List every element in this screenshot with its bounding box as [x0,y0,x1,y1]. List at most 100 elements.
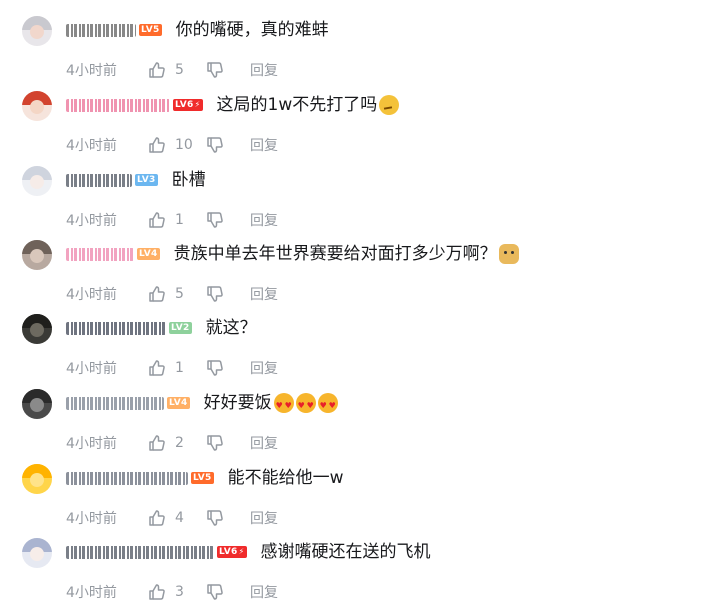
timestamp: 4小时前 [66,138,117,154]
username-blurred[interactable] [66,23,136,37]
thumbs-up-icon [148,509,166,527]
comment-text: 这局的1w不先打了吗 [217,94,400,116]
thumbs-down-icon [206,285,224,303]
comment-item: LV5 能不能给他一w 4小时前 4 回复 [0,464,702,538]
avatar[interactable] [22,16,52,46]
comment-text-content: 好好要饭 [203,393,272,413]
comment-list: LV5 你的嘴硬，真的难蚌 4小时前 5 回复 LV6 ⚡ 这局的1w不先打了吗 4小时前 10 回… [0,0,702,601]
username-blurred[interactable] [66,98,170,112]
heart-eyes-emoji-icon [295,393,316,417]
avatar[interactable] [22,314,52,344]
like-count: 5 [175,62,184,78]
like-count: 1 [175,360,184,376]
comment-header: LV5 你的嘴硬，真的难蚌 [66,20,329,40]
heart-eyes-emoji-icon [317,393,338,417]
level-badge-text: LV2 [171,323,190,333]
timestamp: 4小时前 [66,213,117,229]
like-button[interactable]: 1 [148,359,206,377]
dislike-button[interactable] [206,136,250,154]
username-blurred[interactable] [66,173,132,187]
reply-button[interactable]: 回复 [250,508,278,528]
dislike-button[interactable] [206,359,250,377]
comment-item: LV3 卧槽 4小时前 1 回复 [0,166,702,240]
timestamp: 4小时前 [66,511,117,527]
avatar-face [30,249,44,263]
reply-button[interactable]: 回复 [250,582,278,602]
comment-meta: 4小时前 2 回复 [66,433,278,453]
thumbs-up-icon [148,136,166,154]
comment-meta: 4小时前 1 回复 [66,210,278,230]
thumbs-down-icon [206,359,224,377]
level-badge: LV4 [167,397,190,409]
thumbs-up-icon [148,359,166,377]
avatar-face [30,100,44,114]
like-button[interactable]: 3 [148,583,206,601]
avatar[interactable] [22,166,52,196]
comment-meta: 4小时前 3 回复 [66,582,278,602]
comment-header: LV3 卧槽 [66,170,206,190]
level-badge: LV3 [135,174,158,186]
dislike-button[interactable] [206,61,250,79]
thumbs-down-icon [206,136,224,154]
like-button[interactable]: 1 [148,211,206,229]
comment-item: LV4 好好要饭 4小时前 2 回复 [0,389,702,463]
dislike-button[interactable] [206,434,250,452]
like-button[interactable]: 4 [148,509,206,527]
comment-item: LV2 就这？ 4小时前 1 回复 [0,314,702,388]
avatar[interactable] [22,464,52,494]
thumbs-down-icon [206,509,224,527]
avatar[interactable] [22,389,52,419]
username-blurred[interactable] [66,247,134,261]
avatar-face [30,323,44,337]
like-button[interactable]: 5 [148,285,206,303]
reply-button[interactable]: 回复 [250,135,278,155]
dislike-button[interactable] [206,583,250,601]
like-button[interactable]: 2 [148,434,206,452]
comment-text: 贵族中单去年世界赛要给对面打多少万啊？ [174,243,519,265]
comment-text: 感谢嘴硬还在送的飞机 [261,541,431,563]
level-badge-text: LV6 [219,547,238,557]
avatar[interactable] [22,538,52,568]
reply-button[interactable]: 回复 [250,433,278,453]
comment-text-content: 能不能给他一w [227,468,344,488]
dislike-button[interactable] [206,509,250,527]
thumbs-up-icon [148,211,166,229]
comment-header: LV4 贵族中单去年世界赛要给对面打多少万啊？ [66,244,519,264]
reply-button[interactable]: 回复 [250,358,278,378]
username-blurred[interactable] [66,545,214,559]
comment-meta: 4小时前 1 回复 [66,358,278,378]
like-button[interactable]: 10 [148,136,206,154]
like-count: 2 [175,435,184,451]
avatar[interactable] [22,91,52,121]
comment-text-content: 卧槽 [171,170,206,190]
comment-text-content: 这局的1w不先打了吗 [216,95,378,115]
level-badge-text: LV4 [139,249,158,259]
comment-meta: 4小时前 5 回复 [66,60,278,80]
username-blurred[interactable] [66,321,166,335]
like-count: 5 [175,286,184,302]
comment-meta: 4小时前 10 回复 [66,135,278,155]
reply-button[interactable]: 回复 [250,60,278,80]
dislike-button[interactable] [206,285,250,303]
thumbs-down-icon [206,61,224,79]
avatar-face [30,473,44,487]
reply-button[interactable]: 回复 [250,284,278,304]
like-button[interactable]: 5 [148,61,206,79]
level-badge: LV5 [191,472,214,484]
timestamp: 4小时前 [66,63,117,79]
username-blurred[interactable] [66,471,188,485]
lightning-icon: ⚡ [238,547,245,556]
like-count: 10 [175,137,193,153]
comment-item: LV6 ⚡ 这局的1w不先打了吗 4小时前 10 回复 [0,91,702,165]
level-badge: LV5 [139,24,162,36]
dislike-button[interactable] [206,211,250,229]
comment-header: LV6 ⚡ 这局的1w不先打了吗 [66,95,400,115]
username-blurred[interactable] [66,396,164,410]
level-badge-text: LV5 [193,473,212,483]
reply-button[interactable]: 回复 [250,210,278,230]
thumbs-down-icon [206,434,224,452]
avatar[interactable] [22,240,52,270]
comment-item: LV4 贵族中单去年世界赛要给对面打多少万啊？ 4小时前 5 回复 [0,240,702,314]
comment-header: LV5 能不能给他一w [66,468,344,488]
comment-header: LV6 ⚡ 感谢嘴硬还在送的飞机 [66,542,431,562]
